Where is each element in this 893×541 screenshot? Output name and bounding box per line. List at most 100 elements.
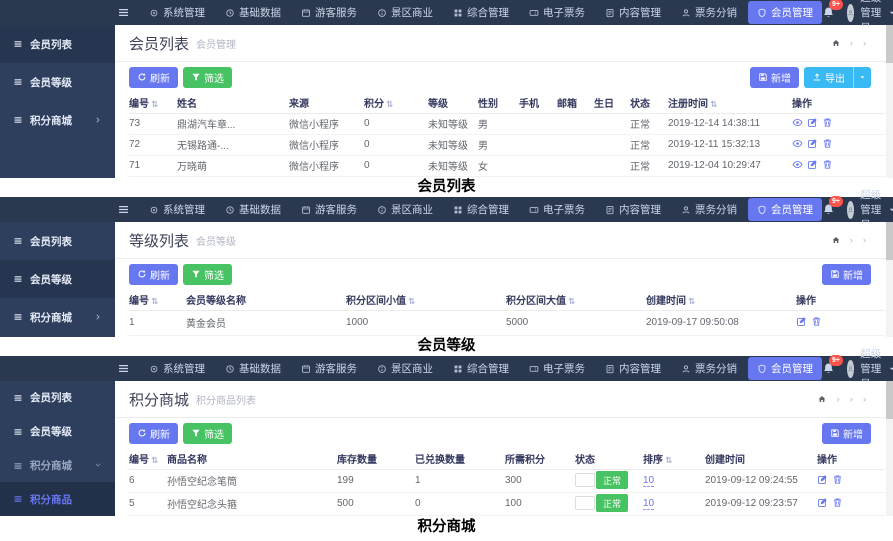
nav-item[interactable]: 综合管理 <box>444 1 518 24</box>
nav-item[interactable]: 内容管理 <box>596 357 670 380</box>
sidebar-item[interactable]: 积分商品 <box>0 482 115 516</box>
home-icon[interactable] <box>831 38 841 48</box>
nav-item[interactable]: 基础数据 <box>216 1 290 24</box>
filter-button[interactable]: 筛选 <box>183 67 232 88</box>
sort-arrows-icon[interactable]: ⇅ <box>408 296 415 306</box>
trash-icon[interactable] <box>832 474 843 485</box>
column-header-编号[interactable]: 编号⇅ <box>129 289 186 310</box>
nav-item[interactable]: 系统管理 <box>140 357 214 380</box>
add-button[interactable]: 新增 <box>750 67 799 88</box>
column-header-注册时间[interactable]: 注册时间⇅ <box>668 92 792 113</box>
scrollbar[interactable] <box>886 25 893 178</box>
trash-icon[interactable] <box>811 316 822 327</box>
sort-arrows-icon[interactable]: ⇅ <box>151 99 158 109</box>
sidebar-item[interactable]: 会员等级 <box>0 415 115 449</box>
trash-icon[interactable] <box>822 117 833 128</box>
home-icon[interactable] <box>817 394 827 404</box>
column-header-积分[interactable]: 积分⇅ <box>364 92 428 113</box>
column-header-积分区间小值[interactable]: 积分区间小值⇅ <box>346 289 506 310</box>
nav-item[interactable]: 景区商业 <box>368 1 442 24</box>
sort-arrows-icon[interactable]: ⇅ <box>665 455 672 465</box>
nav-item[interactable]: 票务分销 <box>672 198 746 221</box>
column-header-积分区间大值[interactable]: 积分区间大值⇅ <box>506 289 646 310</box>
eye-icon[interactable] <box>792 159 803 170</box>
nav-item[interactable]: 会员管理 <box>748 198 822 221</box>
breadcrumb-item[interactable] <box>845 394 858 405</box>
nav-item[interactable]: 系统管理 <box>140 1 214 24</box>
sort-arrows-icon[interactable]: ⇅ <box>568 296 575 306</box>
export-button[interactable]: 导出 <box>804 67 853 88</box>
sort-arrows-icon[interactable]: ⇅ <box>151 296 158 306</box>
sidebar-item[interactable]: 会员等级 <box>0 260 115 298</box>
scrollbar-thumb[interactable] <box>886 25 893 63</box>
breadcrumb-item[interactable] <box>845 38 858 49</box>
breadcrumb-item[interactable] <box>858 38 871 49</box>
filter-button[interactable]: 筛选 <box>183 423 232 444</box>
filter-button[interactable]: 筛选 <box>183 264 232 285</box>
nav-item[interactable]: 游客服务 <box>292 198 366 221</box>
sidebar-item[interactable]: 积分商城 <box>0 298 115 336</box>
edit-icon[interactable] <box>796 316 807 327</box>
nav-item[interactable]: 电子票务 <box>520 198 594 221</box>
sidebar-item[interactable]: 会员列表 <box>0 381 115 415</box>
sort-arrows-icon[interactable]: ⇅ <box>710 99 717 109</box>
refresh-button[interactable]: 刷新 <box>129 67 178 88</box>
home-icon[interactable] <box>831 235 841 245</box>
breadcrumb-item[interactable] <box>858 394 871 405</box>
nav-item[interactable]: 景区商业 <box>368 198 442 221</box>
sidebar-item[interactable]: 积分商城 <box>0 449 115 483</box>
nav-item[interactable]: 内容管理 <box>596 198 670 221</box>
edit-icon[interactable] <box>817 474 828 485</box>
trash-icon[interactable] <box>822 138 833 149</box>
nav-item[interactable]: 票务分销 <box>672 357 746 380</box>
trash-icon[interactable] <box>832 497 843 508</box>
column-header-排序[interactable]: 排序⇅ <box>643 448 705 469</box>
notifications-bell-icon[interactable]: 9+ <box>822 360 835 378</box>
scrollbar-thumb[interactable] <box>886 381 893 419</box>
scrollbar-thumb[interactable] <box>886 222 893 260</box>
status-toggle[interactable]: 正常 <box>575 471 628 489</box>
nav-item[interactable]: 会员管理 <box>748 357 822 380</box>
sort-edit-link[interactable]: 10 <box>643 498 654 510</box>
edit-icon[interactable] <box>807 159 818 170</box>
add-button[interactable]: 新增 <box>822 423 871 444</box>
column-header-创建时间[interactable]: 创建时间⇅ <box>646 289 796 310</box>
breadcrumb-item[interactable] <box>858 235 871 246</box>
sidebar-item[interactable]: 会员等级 <box>0 63 115 101</box>
hamburger-icon[interactable] <box>117 203 130 216</box>
sort-arrows-icon[interactable]: ⇅ <box>151 455 158 465</box>
scrollbar[interactable] <box>886 381 893 516</box>
nav-item[interactable]: 系统管理 <box>140 198 214 221</box>
hamburger-icon[interactable] <box>117 6 130 19</box>
edit-icon[interactable] <box>807 117 818 128</box>
edit-icon[interactable] <box>817 497 828 508</box>
nav-item[interactable]: 游客服务 <box>292 1 366 24</box>
add-button[interactable]: 新增 <box>822 264 871 285</box>
nav-item[interactable]: 电子票务 <box>520 357 594 380</box>
nav-item[interactable]: 景区商业 <box>368 357 442 380</box>
nav-item[interactable]: 综合管理 <box>444 357 518 380</box>
notifications-bell-icon[interactable]: 9+ <box>822 4 835 22</box>
breadcrumb-item[interactable] <box>831 394 844 405</box>
column-header-编号[interactable]: 编号⇅ <box>129 92 177 113</box>
sidebar-item[interactable]: 积分商城 <box>0 101 115 139</box>
column-header-编号[interactable]: 编号⇅ <box>129 448 167 469</box>
sidebar-item[interactable]: 会员列表 <box>0 222 115 260</box>
refresh-button[interactable]: 刷新 <box>129 264 178 285</box>
eye-icon[interactable] <box>792 117 803 128</box>
export-dropdown-button[interactable] <box>853 67 871 88</box>
nav-item[interactable]: 内容管理 <box>596 1 670 24</box>
nav-item[interactable]: 会员管理 <box>748 1 822 24</box>
notifications-bell-icon[interactable]: 9+ <box>822 201 835 219</box>
breadcrumb-item[interactable] <box>845 235 858 246</box>
status-toggle[interactable]: 正常 <box>575 494 628 512</box>
scrollbar[interactable] <box>886 222 893 337</box>
trash-icon[interactable] <box>822 159 833 170</box>
edit-icon[interactable] <box>807 138 818 149</box>
sort-edit-link[interactable]: 10 <box>643 475 654 487</box>
nav-item[interactable]: 游客服务 <box>292 357 366 380</box>
nav-item[interactable]: 综合管理 <box>444 198 518 221</box>
nav-item[interactable]: 电子票务 <box>520 1 594 24</box>
nav-item[interactable]: 基础数据 <box>216 357 290 380</box>
refresh-button[interactable]: 刷新 <box>129 423 178 444</box>
